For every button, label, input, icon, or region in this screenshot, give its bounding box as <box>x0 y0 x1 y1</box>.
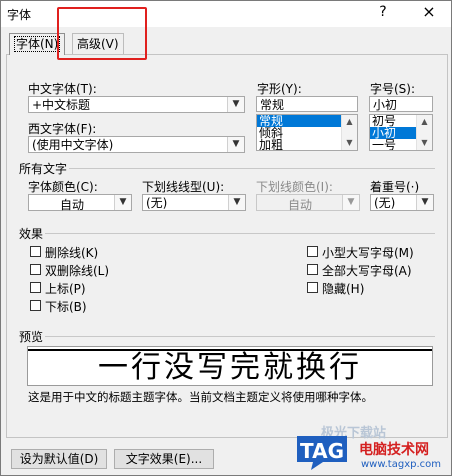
small-caps-checkbox[interactable] <box>307 246 318 257</box>
preview-heading: 预览 <box>19 330 44 344</box>
dialog-title: 字体 <box>7 8 32 22</box>
chinese-font-combo[interactable]: +中文标题 ▼ <box>28 96 245 113</box>
preview-sample: 一行没写完就换行 <box>98 350 362 385</box>
underline-type-combo[interactable]: (无) ▼ <box>142 194 246 211</box>
size-listbox[interactable]: 初号 小初 一号 ▲ ▼ <box>369 114 433 151</box>
underline-type-value: (无) <box>146 196 168 210</box>
text-effects-button[interactable]: 文字效果(E)... <box>114 449 214 469</box>
divider <box>45 336 435 337</box>
style-input[interactable]: 常规 <box>256 96 358 112</box>
scroll-down-icon[interactable]: ▼ <box>417 137 432 149</box>
hidden-checkbox[interactable] <box>307 282 318 293</box>
chinese-font-label: 中文字体(T): <box>28 82 97 96</box>
chevron-down-icon[interactable]: ▼ <box>227 97 244 112</box>
close-button[interactable]: × <box>421 2 437 21</box>
effects-heading: 效果 <box>19 227 44 241</box>
chevron-down-icon[interactable]: ▼ <box>342 195 359 210</box>
western-font-value: (使用中文字体) <box>32 138 114 152</box>
all-text-heading: 所有文字 <box>19 162 68 176</box>
emphasis-label: 着重号(·) <box>370 180 420 194</box>
underline-color-label: 下划线颜色(I): <box>256 180 333 194</box>
scroll-down-icon[interactable]: ▼ <box>342 137 357 149</box>
size-input-value: 小初 <box>373 98 398 112</box>
tag-logo: TAG <box>293 432 355 472</box>
all-caps-label[interactable]: 全部大写字母(A) <box>322 262 412 279</box>
strikethrough-checkbox[interactable] <box>30 246 41 257</box>
tag-logo-icon: TAG <box>297 436 347 470</box>
subscript-checkbox[interactable] <box>30 300 41 311</box>
superscript-checkbox[interactable] <box>30 282 41 293</box>
divider <box>45 233 435 234</box>
chevron-down-icon[interactable]: ▼ <box>114 195 131 210</box>
chevron-down-icon[interactable]: ▼ <box>227 137 244 152</box>
font-dialog: 字体 ? × 字体(N) 高级(V) 中文字体(T): +中文标题 ▼ 西文字体… <box>0 0 452 476</box>
chinese-font-value: +中文标题 <box>32 98 91 112</box>
all-caps-checkbox[interactable] <box>307 264 318 275</box>
western-font-label: 西文字体(F): <box>28 122 97 136</box>
style-listbox[interactable]: 常规 倾斜 加粗 ▲ ▼ <box>256 114 358 151</box>
small-caps-label[interactable]: 小型大写字母(M) <box>322 244 414 261</box>
font-color-combo[interactable]: 自动 ▼ <box>28 194 132 212</box>
font-color-label: 字体颜色(C): <box>28 180 98 194</box>
set-default-button[interactable]: 设为默认值(D) <box>11 449 107 469</box>
scrollbar[interactable]: ▲ ▼ <box>341 115 357 150</box>
font-color-value: 自动 <box>59 198 84 212</box>
hidden-label[interactable]: 隐藏(H) <box>322 280 364 297</box>
watermark-site-name: 电脑技术网 <box>359 442 429 458</box>
emphasis-combo[interactable]: (无) ▼ <box>370 194 434 211</box>
help-button[interactable]: ? <box>375 4 391 20</box>
highlight-box <box>57 7 147 60</box>
chevron-down-icon[interactable]: ▼ <box>228 195 245 210</box>
tag-logo-text: TAG <box>300 439 344 463</box>
subscript-label[interactable]: 下标(B) <box>45 298 87 315</box>
chevron-down-icon[interactable]: ▼ <box>416 195 433 210</box>
strikethrough-label[interactable]: 删除线(K) <box>45 244 98 261</box>
scroll-up-icon[interactable]: ▲ <box>417 116 432 128</box>
preview-description: 这是用于中文的标题主题字体。当前文档主题定义将使用哪种字体。 <box>28 390 373 404</box>
underline-color-value: 自动 <box>287 198 312 212</box>
preview-box: 一行没写完就换行 <box>27 346 433 386</box>
size-label: 字号(S): <box>370 82 416 96</box>
double-strikethrough-checkbox[interactable] <box>30 264 41 275</box>
emphasis-value: (无) <box>374 196 396 210</box>
double-strikethrough-label[interactable]: 双删除线(L) <box>45 262 109 279</box>
scroll-up-icon[interactable]: ▲ <box>342 116 357 128</box>
western-font-combo[interactable]: (使用中文字体) ▼ <box>28 136 245 153</box>
tab-font-label: 字体(N) <box>14 36 61 52</box>
scrollbar[interactable]: ▲ ▼ <box>416 115 432 150</box>
style-label: 字形(Y): <box>257 82 302 96</box>
superscript-label[interactable]: 上标(P) <box>45 280 86 297</box>
divider <box>69 168 435 169</box>
underline-type-label: 下划线线型(U): <box>142 180 225 194</box>
style-input-value: 常规 <box>260 98 285 112</box>
size-input[interactable]: 小初 <box>369 96 433 112</box>
underline-color-combo[interactable]: 自动 ▼ <box>256 194 360 212</box>
watermark-url: www.tagxp.com <box>361 459 441 470</box>
